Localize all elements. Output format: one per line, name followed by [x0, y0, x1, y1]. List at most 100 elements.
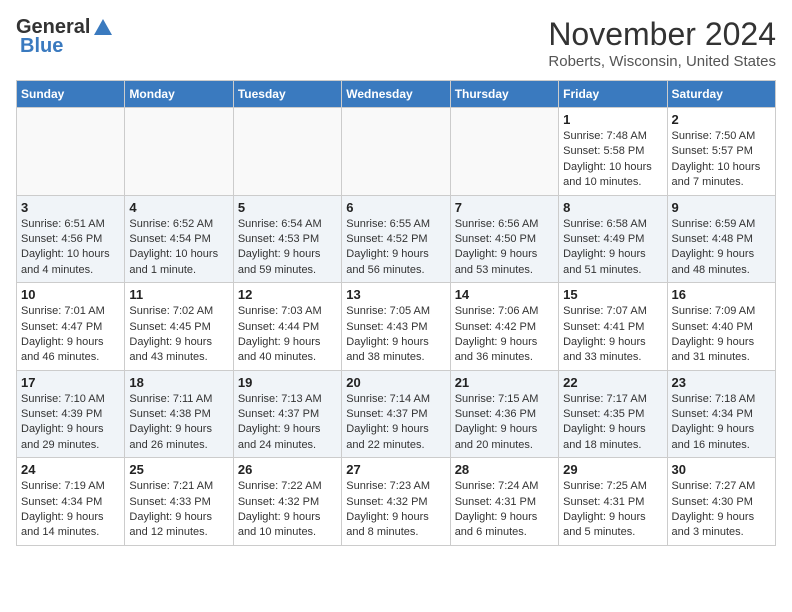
day-number: 17 — [21, 375, 120, 390]
calendar-cell: 19 Sunrise: 7:13 AM Sunset: 4:37 PM Dayli… — [233, 370, 341, 458]
day-number: 25 — [129, 462, 228, 477]
calendar-cell: 3 Sunrise: 6:51 AM Sunset: 4:56 PM Daylig… — [17, 195, 125, 283]
calendar-cell: 8 Sunrise: 6:58 AM Sunset: 4:49 PM Daylig… — [559, 195, 667, 283]
day-info: Sunrise: 7:10 AM Sunset: 4:39 PM Dayligh… — [21, 392, 120, 454]
calendar-week-row: 17 Sunrise: 7:10 AM Sunset: 4:39 PM Dayli… — [17, 370, 776, 458]
day-info: Sunrise: 7:15 AM Sunset: 4:36 PM Dayligh… — [455, 392, 554, 454]
calendar-cell: 1 Sunrise: 7:48 AM Sunset: 5:58 PM Daylig… — [559, 108, 667, 196]
day-info: Sunrise: 7:17 AM Sunset: 4:35 PM Dayligh… — [563, 392, 662, 454]
page-header: General Blue November 2024 Roberts, Wisc… — [16, 16, 776, 70]
day-number: 8 — [563, 200, 662, 215]
calendar-cell: 28Sunrise: 7:24 AM Sunset: 4:31 PM Dayli… — [450, 458, 558, 546]
calendar-cell: 5 Sunrise: 6:54 AM Sunset: 4:53 PM Daylig… — [233, 195, 341, 283]
calendar-cell: 10 Sunrise: 7:01 AM Sunset: 4:47 PM Dayli… — [17, 283, 125, 371]
calendar-cell: 13 Sunrise: 7:05 AM Sunset: 4:43 PM Dayli… — [342, 283, 450, 371]
day-info: Sunrise: 7:21 AM Sunset: 4:33 PM Dayligh… — [129, 479, 228, 541]
day-info: Sunrise: 6:55 AM Sunset: 4:52 PM Dayligh… — [346, 217, 445, 279]
day-info: Sunrise: 7:07 AM Sunset: 4:41 PM Dayligh… — [563, 304, 662, 366]
calendar-week-row: 10 Sunrise: 7:01 AM Sunset: 4:47 PM Dayli… — [17, 283, 776, 371]
day-info: Sunrise: 7:09 AM Sunset: 4:40 PM Dayligh… — [672, 304, 771, 366]
header-monday: Monday — [125, 81, 233, 108]
day-number: 4 — [129, 200, 228, 215]
day-info: Sunrise: 7:23 AM Sunset: 4:32 PM Dayligh… — [346, 479, 445, 541]
logo: General Blue — [16, 16, 116, 58]
calendar-cell: 6 Sunrise: 6:55 AM Sunset: 4:52 PM Daylig… — [342, 195, 450, 283]
calendar-week-row: 24 Sunrise: 7:19 AM Sunset: 4:34 PM Dayli… — [17, 458, 776, 546]
day-info: Sunrise: 6:59 AM Sunset: 4:48 PM Dayligh… — [672, 217, 771, 279]
day-number: 6 — [346, 200, 445, 215]
title-area: November 2024 Roberts, Wisconsin, United… — [548, 16, 776, 70]
day-number: 12 — [238, 287, 337, 302]
day-info: Sunrise: 7:02 AM Sunset: 4:45 PM Dayligh… — [129, 304, 228, 366]
calendar-cell: 25 Sunrise: 7:21 AM Sunset: 4:33 PM Dayli… — [125, 458, 233, 546]
day-number: 15 — [563, 287, 662, 302]
day-number: 11 — [129, 287, 228, 302]
calendar-cell: 16 Sunrise: 7:09 AM Sunset: 4:40 PM Dayli… — [667, 283, 775, 371]
calendar-cell: 18 Sunrise: 7:11 AM Sunset: 4:38 PM Dayli… — [125, 370, 233, 458]
calendar-week-row: 1 Sunrise: 7:48 AM Sunset: 5:58 PM Daylig… — [17, 108, 776, 196]
calendar-cell: 29 Sunrise: 7:25 AM Sunset: 4:31 PM Dayli… — [559, 458, 667, 546]
day-info: Sunrise: 6:54 AM Sunset: 4:53 PM Dayligh… — [238, 217, 337, 279]
day-info: Sunrise: 6:58 AM Sunset: 4:49 PM Dayligh… — [563, 217, 662, 279]
day-info: Sunrise: 7:48 AM Sunset: 5:58 PM Dayligh… — [563, 129, 662, 191]
day-info: Sunrise: 7:11 AM Sunset: 4:38 PM Dayligh… — [129, 392, 228, 454]
day-number: 19 — [238, 375, 337, 390]
day-number: 27 — [346, 462, 445, 477]
day-number: 23 — [672, 375, 771, 390]
day-info: Sunrise: 7:01 AM Sunset: 4:47 PM Dayligh… — [21, 304, 120, 366]
calendar-cell: 22 Sunrise: 7:17 AM Sunset: 4:35 PM Dayli… — [559, 370, 667, 458]
logo-icon — [92, 17, 114, 39]
calendar-cell: 15 Sunrise: 7:07 AM Sunset: 4:41 PM Dayli… — [559, 283, 667, 371]
day-info: Sunrise: 7:50 AM Sunset: 5:57 PM Dayligh… — [672, 129, 771, 191]
calendar-cell — [342, 108, 450, 196]
header-friday: Friday — [559, 81, 667, 108]
calendar-table: Sunday Monday Tuesday Wednesday Thursday… — [16, 80, 776, 546]
day-info: Sunrise: 6:56 AM Sunset: 4:50 PM Dayligh… — [455, 217, 554, 279]
day-info: Sunrise: 7:25 AM Sunset: 4:31 PM Dayligh… — [563, 479, 662, 541]
day-info: Sunrise: 7:27 AM Sunset: 4:30 PM Dayligh… — [672, 479, 771, 541]
day-number: 13 — [346, 287, 445, 302]
day-number: 29 — [563, 462, 662, 477]
calendar-cell: 21Sunrise: 7:15 AM Sunset: 4:36 PM Dayli… — [450, 370, 558, 458]
calendar-cell: 11 Sunrise: 7:02 AM Sunset: 4:45 PM Dayli… — [125, 283, 233, 371]
day-number: 26 — [238, 462, 337, 477]
header-tuesday: Tuesday — [233, 81, 341, 108]
day-info: Sunrise: 7:18 AM Sunset: 4:34 PM Dayligh… — [672, 392, 771, 454]
calendar-cell — [450, 108, 558, 196]
day-number: 1 — [563, 112, 662, 127]
calendar-cell: 24 Sunrise: 7:19 AM Sunset: 4:34 PM Dayli… — [17, 458, 125, 546]
header-wednesday: Wednesday — [342, 81, 450, 108]
header-sunday: Sunday — [17, 81, 125, 108]
day-number: 30 — [672, 462, 771, 477]
day-number: 3 — [21, 200, 120, 215]
day-number: 28 — [455, 462, 554, 477]
day-number: 22 — [563, 375, 662, 390]
day-number: 24 — [21, 462, 120, 477]
calendar-cell: 4Sunrise: 6:52 AM Sunset: 4:54 PM Daylig… — [125, 195, 233, 283]
day-number: 10 — [21, 287, 120, 302]
calendar-body: 1 Sunrise: 7:48 AM Sunset: 5:58 PM Daylig… — [17, 108, 776, 546]
calendar-cell: 26 Sunrise: 7:22 AM Sunset: 4:32 PM Dayli… — [233, 458, 341, 546]
header-saturday: Saturday — [667, 81, 775, 108]
calendar-header: Sunday Monday Tuesday Wednesday Thursday… — [17, 81, 776, 108]
calendar-week-row: 3 Sunrise: 6:51 AM Sunset: 4:56 PM Daylig… — [17, 195, 776, 283]
day-number: 14 — [455, 287, 554, 302]
calendar-cell: 20Sunrise: 7:14 AM Sunset: 4:37 PM Dayli… — [342, 370, 450, 458]
calendar-cell: 14Sunrise: 7:06 AM Sunset: 4:42 PM Dayli… — [450, 283, 558, 371]
day-info: Sunrise: 7:22 AM Sunset: 4:32 PM Dayligh… — [238, 479, 337, 541]
day-info: Sunrise: 7:13 AM Sunset: 4:37 PM Dayligh… — [238, 392, 337, 454]
day-info: Sunrise: 7:05 AM Sunset: 4:43 PM Dayligh… — [346, 304, 445, 366]
calendar-cell: 7Sunrise: 6:56 AM Sunset: 4:50 PM Daylig… — [450, 195, 558, 283]
day-number: 16 — [672, 287, 771, 302]
location-title: Roberts, Wisconsin, United States — [548, 53, 776, 70]
calendar-cell — [233, 108, 341, 196]
day-number: 18 — [129, 375, 228, 390]
day-info: Sunrise: 7:19 AM Sunset: 4:34 PM Dayligh… — [21, 479, 120, 541]
day-info: Sunrise: 7:14 AM Sunset: 4:37 PM Dayligh… — [346, 392, 445, 454]
day-info: Sunrise: 7:03 AM Sunset: 4:44 PM Dayligh… — [238, 304, 337, 366]
calendar-cell: 27 Sunrise: 7:23 AM Sunset: 4:32 PM Dayli… — [342, 458, 450, 546]
day-number: 5 — [238, 200, 337, 215]
header-thursday: Thursday — [450, 81, 558, 108]
day-info: Sunrise: 6:51 AM Sunset: 4:56 PM Dayligh… — [21, 217, 120, 279]
calendar-cell: 12 Sunrise: 7:03 AM Sunset: 4:44 PM Dayli… — [233, 283, 341, 371]
